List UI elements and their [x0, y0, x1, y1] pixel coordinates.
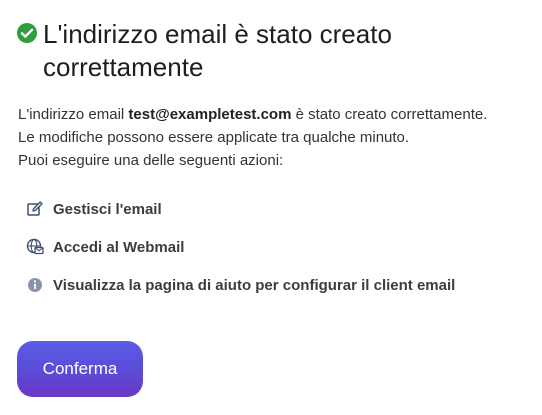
- description-line3: Puoi eseguire una delle seguenti azioni:: [18, 152, 284, 169]
- description: L'indirizzo email test@exampletest.com è…: [18, 103, 528, 172]
- action-label: Gestisci l'email: [53, 200, 162, 218]
- description-line2: Le modifiche possono essere applicate tr…: [18, 129, 410, 146]
- action-help-page[interactable]: Visualizza la pagina di aiuto per config…: [26, 272, 526, 298]
- page-title-line2: correttamente: [43, 52, 204, 82]
- page-title: L'indirizzo email è stato creato corrett…: [43, 18, 392, 84]
- edit-icon: [27, 201, 43, 216]
- title-row: L'indirizzo email è stato creato corrett…: [16, 18, 526, 84]
- check-circle-icon: [17, 23, 37, 43]
- description-line1: L'indirizzo email test@exampletest.com è…: [18, 103, 528, 126]
- page-title-line1: L'indirizzo email è stato creato: [43, 19, 392, 49]
- webmail-globe-icon: [26, 238, 44, 255]
- description-suffix: è stato creato correttamente.: [291, 106, 488, 123]
- confirm-button[interactable]: Conferma: [17, 341, 143, 397]
- action-list: Gestisci l'email Accedi al Webmail Visua…: [26, 196, 526, 310]
- action-label: Accedi al Webmail: [53, 238, 185, 256]
- action-label: Visualizza la pagina di aiuto per config…: [53, 276, 456, 294]
- action-webmail[interactable]: Accedi al Webmail: [26, 234, 526, 260]
- action-manage-email[interactable]: Gestisci l'email: [26, 196, 526, 222]
- success-panel: L'indirizzo email è stato creato corrett…: [0, 0, 542, 415]
- info-icon: [28, 278, 42, 292]
- description-prefix: L'indirizzo email: [18, 106, 129, 123]
- email-address: test@exampletest.com: [128, 106, 292, 123]
